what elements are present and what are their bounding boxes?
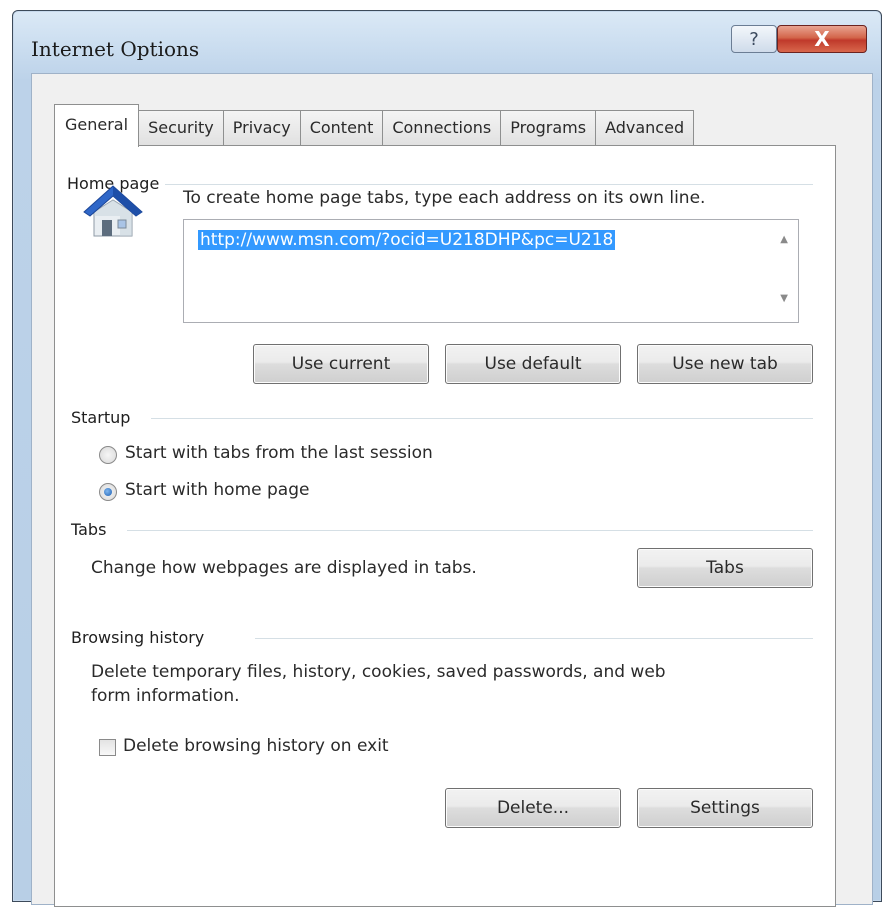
window-title: Internet Options: [31, 37, 200, 61]
tab-programs[interactable]: Programs: [501, 110, 597, 145]
home-page-url-value: http://www.msn.com/?ocid=U218DHP&pc=U218: [198, 230, 616, 250]
help-icon: ?: [749, 28, 759, 50]
tab-connections[interactable]: Connections: [383, 110, 502, 145]
home-page-divider: [165, 184, 813, 185]
delete-history-on-exit-checkbox[interactable]: [99, 739, 116, 756]
tabs-heading: Tabs: [71, 520, 107, 539]
tab-strip: General Security Privacy Content Connect…: [54, 104, 695, 147]
settings-button[interactable]: Settings: [637, 788, 813, 828]
browsing-history-description-2: form information.: [91, 686, 240, 706]
tab-content[interactable]: Content: [300, 110, 384, 145]
browsing-history-heading: Browsing history: [71, 628, 205, 647]
internet-options-window: Internet Options ? X General Security Pr…: [12, 10, 882, 907]
home-page-instruction: To create home page tabs, type each addr…: [183, 188, 706, 208]
tab-security[interactable]: Security: [139, 110, 224, 145]
startup-divider: [151, 418, 813, 419]
radio-home-page-label[interactable]: Start with home page: [125, 480, 309, 500]
use-default-button[interactable]: Use default: [445, 344, 621, 384]
scroll-up-icon[interactable]: ▲: [780, 234, 788, 245]
radio-last-session[interactable]: [99, 446, 117, 464]
tab-advanced[interactable]: Advanced: [596, 110, 695, 145]
use-new-tab-button[interactable]: Use new tab: [637, 344, 813, 384]
close-button[interactable]: X: [777, 25, 867, 53]
scroll-down-icon[interactable]: ▼: [780, 293, 788, 304]
close-icon: X: [814, 27, 830, 51]
dialog-client-area: General Security Privacy Content Connect…: [31, 73, 873, 907]
title-bar[interactable]: Internet Options ? X: [13, 11, 881, 81]
tab-general[interactable]: General: [54, 104, 140, 147]
home-page-url-textarea[interactable]: http://www.msn.com/?ocid=U218DHP&pc=U218…: [183, 219, 799, 323]
radio-home-page[interactable]: [99, 483, 117, 501]
use-current-button[interactable]: Use current: [253, 344, 429, 384]
browsing-history-description-1: Delete temporary files, history, cookies…: [91, 662, 666, 682]
tab-privacy[interactable]: Privacy: [223, 110, 301, 145]
tabs-divider: [127, 530, 813, 531]
radio-last-session-label[interactable]: Start with tabs from the last session: [125, 443, 433, 463]
delete-history-on-exit-label[interactable]: Delete browsing history on exit: [123, 736, 389, 756]
startup-heading: Startup: [71, 408, 131, 427]
help-button[interactable]: ?: [731, 25, 777, 53]
general-tab-panel: Home page To create home page tabs, type…: [54, 145, 836, 907]
tabs-settings-button[interactable]: Tabs: [637, 548, 813, 588]
tabs-description: Change how webpages are displayed in tab…: [91, 558, 477, 578]
home-icon: [83, 185, 143, 237]
browsing-history-divider: [255, 638, 813, 639]
delete-button[interactable]: Delete...: [445, 788, 621, 828]
